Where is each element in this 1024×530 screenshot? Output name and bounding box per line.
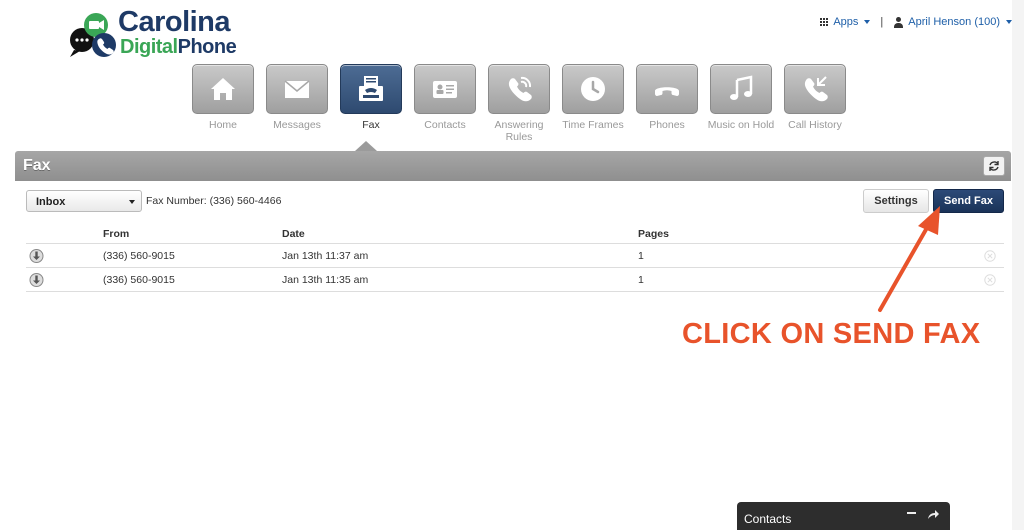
panel-title: Fax: [23, 157, 51, 174]
nav-button-call-history[interactable]: [784, 64, 846, 114]
contacts-dock[interactable]: Contacts: [737, 502, 950, 530]
contact-card-icon: [433, 81, 457, 98]
fax-table: From Date Pages (336) 560-9015 Jan 13th …: [26, 224, 1004, 292]
brand-name-digitalphone: DigitalPhone: [120, 36, 237, 58]
grid-icon: [820, 17, 829, 27]
nav-item-fax[interactable]: Fax: [334, 64, 408, 143]
envelope-icon: [284, 80, 310, 98]
chevron-down-icon: [129, 200, 135, 204]
brand-logo[interactable]: Carolina DigitalPhone: [66, 6, 256, 58]
user-label: April Henson (100): [908, 16, 1000, 28]
nav-label-fax: Fax: [362, 119, 380, 131]
nav-label-messages: Messages: [273, 119, 321, 131]
nav-item-answering-rules[interactable]: Answering Rules: [482, 64, 556, 143]
folder-select-value: Inbox: [36, 196, 66, 208]
delete-icon[interactable]: [984, 249, 996, 262]
nav-item-messages[interactable]: Messages: [260, 64, 334, 143]
nav-button-time-frames[interactable]: [562, 64, 624, 114]
brand-name-digital: Digital: [120, 36, 178, 58]
nav-button-phones[interactable]: [636, 64, 698, 114]
settings-button[interactable]: Settings: [863, 189, 929, 213]
nav-button-home[interactable]: [192, 64, 254, 114]
top-right-menu: Apps | April Henson (100): [820, 16, 1012, 28]
chat-phone-logo-icon: [70, 13, 116, 57]
page-scrollbar[interactable]: [1012, 0, 1024, 530]
nav-label-music-on-hold: Music on Hold: [707, 119, 775, 131]
panel-titlebar: Fax: [15, 151, 1011, 181]
phone-handset-icon: [655, 87, 679, 96]
nav-label-call-history: Call History: [788, 119, 842, 131]
brand-name-carolina: Carolina: [118, 6, 231, 38]
nav-button-messages[interactable]: [266, 64, 328, 114]
delete-icon[interactable]: [984, 273, 996, 286]
refresh-button[interactable]: [983, 156, 1005, 176]
nav-button-fax[interactable]: [340, 64, 402, 114]
share-arrow-icon[interactable]: [927, 509, 940, 520]
nav-item-contacts[interactable]: Contacts: [408, 64, 482, 143]
nav-label-answering-rules: Answering Rules: [494, 119, 544, 143]
menu-separator: |: [880, 16, 884, 28]
nav-label-phones: Phones: [649, 119, 685, 131]
refresh-icon: [989, 161, 999, 171]
clock-icon: [581, 77, 605, 101]
row-pages: 1: [638, 249, 644, 262]
table-row[interactable]: (336) 560-9015 Jan 13th 11:35 am 1: [26, 268, 1004, 292]
column-header-date[interactable]: Date: [282, 228, 305, 240]
row-from: (336) 560-9015: [103, 249, 175, 262]
nav-item-phones[interactable]: Phones: [630, 64, 704, 143]
nav-label-contacts: Contacts: [424, 119, 466, 131]
brand-name-phone: Phone: [177, 36, 237, 58]
row-from: (336) 560-9015: [103, 273, 175, 286]
fax-number-label: Fax Number: (336) 560-4466: [146, 195, 282, 207]
nav-button-answering-rules[interactable]: [488, 64, 550, 114]
column-header-from[interactable]: From: [103, 228, 129, 240]
minimize-icon[interactable]: [907, 512, 916, 514]
caret-down-icon: [864, 20, 871, 24]
nav-button-music-on-hold[interactable]: [710, 64, 772, 114]
fax-icon: [359, 76, 383, 101]
nav-item-home[interactable]: Home: [186, 64, 260, 143]
row-date: Jan 13th 11:37 am: [282, 249, 369, 262]
nav-button-contacts[interactable]: [414, 64, 476, 114]
main-nav: Home Messages Fax Contacts Answering Rul…: [186, 64, 852, 143]
table-header: From Date Pages: [26, 224, 1004, 244]
download-icon[interactable]: [29, 248, 44, 263]
nav-item-music-on-hold[interactable]: Music on Hold: [704, 64, 778, 143]
phone-rules-icon: [508, 76, 532, 102]
apps-menu-button[interactable]: Apps: [820, 16, 871, 28]
row-date: Jan 13th 11:35 am: [282, 273, 369, 286]
dock-title: Contacts: [744, 512, 792, 526]
music-note-icon: [730, 75, 753, 100]
call-history-icon: [804, 76, 828, 102]
column-header-pages[interactable]: Pages: [638, 228, 669, 240]
send-fax-button[interactable]: Send Fax: [933, 189, 1004, 213]
annotation-text: CLICK ON SEND FAX: [682, 318, 981, 350]
table-row[interactable]: (336) 560-9015 Jan 13th 11:37 am 1: [26, 244, 1004, 268]
home-icon: [211, 78, 235, 100]
nav-item-time-frames[interactable]: Time Frames: [556, 64, 630, 143]
download-icon[interactable]: [29, 272, 44, 287]
user-menu-button[interactable]: April Henson (100): [893, 16, 1012, 28]
apps-label: Apps: [833, 16, 859, 28]
active-tab-pointer: [355, 141, 377, 151]
nav-label-time-frames: Time Frames: [562, 119, 624, 131]
user-icon: [893, 16, 904, 28]
nav-item-call-history[interactable]: Call History: [778, 64, 852, 143]
folder-select[interactable]: Inbox: [26, 190, 142, 212]
nav-label-home: Home: [208, 119, 237, 131]
row-pages: 1: [638, 273, 644, 286]
